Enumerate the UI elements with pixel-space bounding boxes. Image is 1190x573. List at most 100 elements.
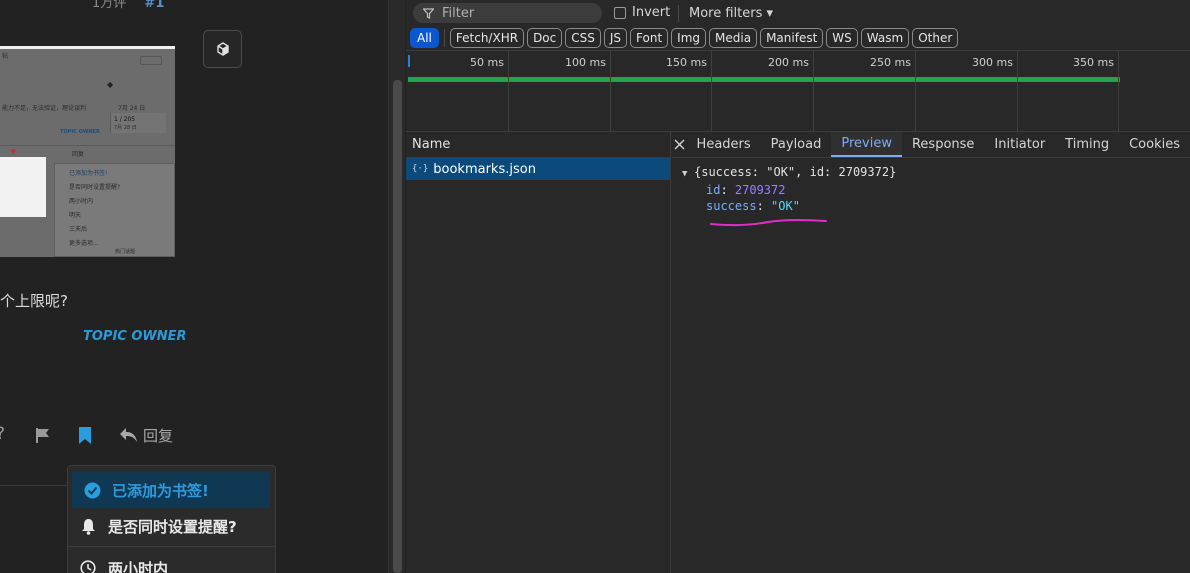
two-hours-item[interactable]: 两小时内	[68, 550, 275, 573]
screenshot-date: 7月 24 日	[118, 105, 146, 112]
filter-input[interactable]: Filter	[413, 3, 602, 23]
filter-chip-js[interactable]: JS	[603, 28, 628, 48]
filter-chip-ws[interactable]: WS	[826, 28, 858, 48]
screenshot-menu: 已添加为书签! 是否同时设置提醒? 两小时内 明天 三天后 更多选项... 热门…	[54, 163, 175, 257]
screenshot-text-line: 能力不足，无法验证，理论误判	[2, 105, 87, 112]
invert-toggle[interactable]: Invert	[614, 5, 670, 20]
screenshot-menu-item: 三天后	[69, 226, 88, 233]
post-body-text: 个上限呢?	[0, 292, 68, 310]
name-column-header[interactable]: Name	[406, 132, 670, 158]
bookmark-added-item[interactable]: 已添加为书签!	[72, 472, 270, 508]
request-name: bookmarks.json	[433, 161, 536, 177]
tab-preview[interactable]: Preview	[831, 132, 902, 157]
share-button[interactable]	[203, 30, 242, 68]
tab-timing[interactable]: Timing	[1055, 132, 1119, 157]
post-meta: 1万评 #1	[92, 0, 164, 11]
bell-icon	[68, 518, 108, 535]
timeline-tick-label: 300 ms	[972, 56, 1013, 69]
screenshot-reply: 回复	[72, 151, 85, 158]
detail-tabs: Headers Payload Preview Response Initiator Ti…	[672, 132, 1190, 158]
reply-button[interactable]: 回复	[143, 425, 173, 446]
filter-chip-separator	[443, 29, 445, 47]
filter-chip-doc[interactable]: Doc	[527, 28, 563, 48]
network-toolbar: Filter Invert More filters ▾	[406, 0, 1190, 26]
two-hours-label: 两小时内	[108, 559, 169, 573]
more-filters-dropdown[interactable]: More filters ▾	[689, 6, 773, 21]
screenshot-menu-item: 明天	[69, 212, 82, 219]
flag-icon[interactable]	[35, 427, 51, 444]
set-reminder-item[interactable]: 是否同时设置提醒?	[68, 508, 275, 544]
reply-icon[interactable]	[119, 427, 138, 443]
screenshot-menu-item: 两小时内	[69, 198, 94, 205]
handwritten-underline-annotation	[710, 219, 827, 227]
request-detail: Headers Payload Preview Response Initiator Ti…	[672, 132, 1190, 573]
screenshot-menu-item: 是否同时设置提醒?	[69, 184, 121, 191]
divider	[0, 485, 68, 486]
timeline-request-bar	[408, 77, 1120, 82]
json-key: id	[706, 183, 721, 197]
timeline-gridline	[915, 51, 916, 132]
clock-icon	[68, 560, 108, 573]
filter-chip-fetch-xhr[interactable]: Fetch/XHR	[449, 28, 525, 48]
bookmark-popup: 已添加为书签! 是否同时设置提醒? 两小时内	[67, 465, 276, 573]
filter-chip-wasm[interactable]: Wasm	[860, 28, 910, 48]
close-detail-button[interactable]	[672, 132, 687, 157]
toolbar-separator	[678, 5, 679, 22]
views-count: 1万评	[92, 0, 127, 11]
timeline-tick-label: 350 ms	[1073, 56, 1114, 69]
timeline-tick-label: 200 ms	[768, 56, 809, 69]
timeline-gridline	[508, 51, 509, 132]
timeline-gridline	[813, 51, 814, 132]
timeline-tick-label: 250 ms	[870, 56, 911, 69]
json-preview: ▼ {success: "OK", id: 2709372} id: 270937…	[682, 164, 896, 214]
filter-chip-media[interactable]: Media	[709, 28, 758, 48]
invert-label: Invert	[632, 5, 671, 20]
tab-response[interactable]: Response	[902, 132, 984, 157]
timeline-gridline	[711, 51, 712, 132]
timeline-tick-label: 150 ms	[666, 56, 707, 69]
popup-divider	[68, 546, 275, 547]
timeline-gridline	[1017, 51, 1018, 132]
screenshot-share-icon: ◆	[107, 80, 114, 89]
filter-chip-other[interactable]: Other	[912, 28, 959, 48]
timeline-gridline	[1118, 51, 1119, 132]
screenshot-menu-item: 更多选项...	[69, 240, 99, 247]
like-icon[interactable]: ?	[0, 424, 5, 444]
timeline-start-marker	[408, 55, 410, 67]
share-icon	[216, 42, 229, 56]
filter-chip-css[interactable]: CSS	[565, 28, 601, 48]
post-number[interactable]: #1	[144, 0, 164, 11]
json-prop-success: success: "OK"	[706, 199, 800, 213]
json-value: "OK"	[771, 199, 800, 213]
filter-chip-all[interactable]: All	[410, 28, 439, 48]
json-key: success	[706, 199, 757, 213]
invert-checkbox[interactable]	[614, 6, 626, 19]
tab-headers[interactable]: Headers	[687, 132, 761, 157]
left-scrollbar[interactable]	[388, 0, 405, 573]
filter-chip-img[interactable]: Img	[671, 28, 707, 48]
timeline-tick-label: 100 ms	[565, 56, 606, 69]
screenshot-counter: 1 / 205	[114, 116, 136, 123]
json-root-row[interactable]: ▼ {success: "OK", id: 2709372}	[682, 164, 896, 182]
json-file-icon: {·}	[412, 164, 429, 174]
left-scrollbar-thumb[interactable]	[393, 80, 402, 573]
screenshot-heart-icon: ♥	[10, 148, 17, 156]
filter-chip-manifest[interactable]: Manifest	[760, 28, 824, 48]
tab-cookies[interactable]: Cookies	[1119, 132, 1190, 157]
screenshot-progress-box: 1 / 205 7月 28 日	[110, 113, 166, 133]
expand-triangle-icon[interactable]: ▼	[682, 166, 694, 182]
close-icon	[674, 139, 685, 150]
filter-placeholder: Filter	[442, 5, 475, 21]
request-list: Name {·} bookmarks.json	[406, 132, 671, 573]
screenshot-menu-item: 已添加为书签!	[69, 170, 108, 177]
tab-initiator[interactable]: Initiator	[984, 132, 1055, 157]
timeline-tick-label: 50 ms	[470, 56, 504, 69]
filter-chip-font[interactable]: Font	[630, 28, 669, 48]
network-timeline-overview[interactable]: 50 ms 100 ms 150 ms 200 ms 250 ms 300 ms 350 m…	[406, 50, 1190, 132]
bookmark-icon[interactable]	[78, 426, 92, 445]
embedded-screenshot[interactable]: 帖 ◆ 能力不足，无法验证，理论误判 7月 24 日 1 / 205 7月 28…	[0, 46, 175, 257]
request-row-bookmarks[interactable]: {·} bookmarks.json	[406, 158, 670, 180]
post-actions: ? 回复	[0, 424, 300, 448]
tab-payload[interactable]: Payload	[761, 132, 832, 157]
filter-icon	[423, 7, 434, 19]
